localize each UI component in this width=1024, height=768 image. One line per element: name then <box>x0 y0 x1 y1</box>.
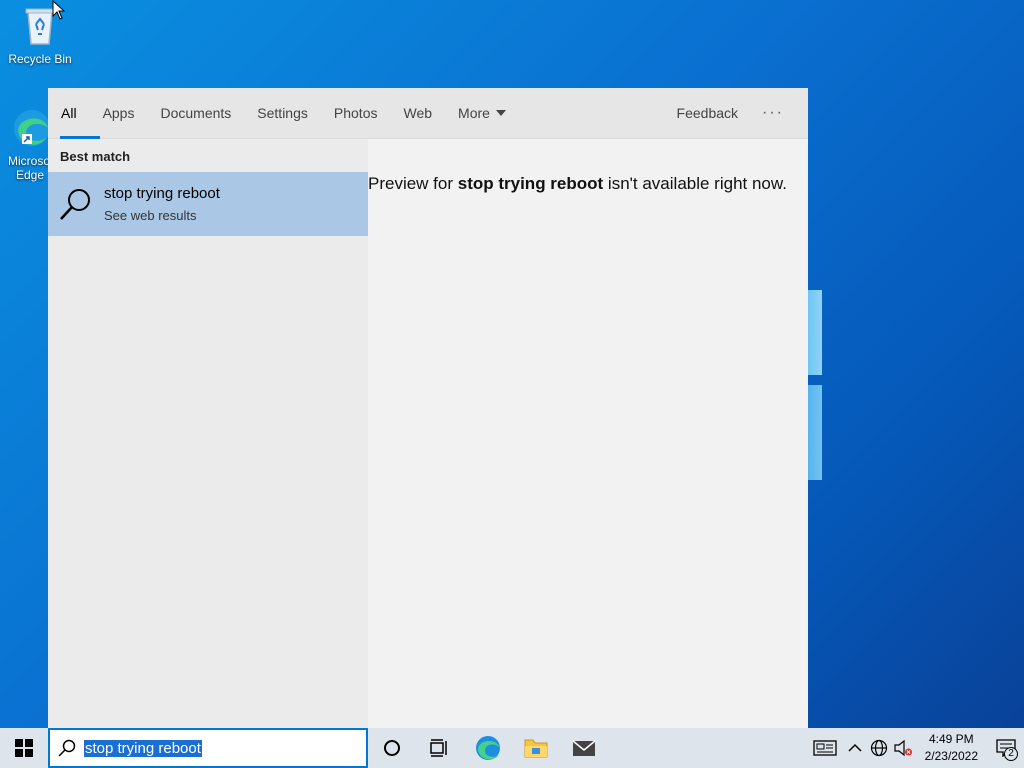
action-center-button[interactable]: 2 <box>988 728 1024 768</box>
tab-apps[interactable]: Apps <box>90 88 148 139</box>
chevron-down-icon <box>495 110 506 116</box>
search-input[interactable]: stop trying reboot <box>84 739 202 757</box>
edge-icon <box>476 736 500 760</box>
folder-icon <box>524 739 548 758</box>
best-match-result[interactable]: stop trying reboot See web results <box>48 172 368 236</box>
taskbar-edge-button[interactable] <box>464 728 512 768</box>
preview-prefix: Preview for <box>368 174 458 193</box>
clock-time: 4:49 PM <box>928 732 974 746</box>
tab-label: Apps <box>102 105 135 121</box>
tab-more[interactable]: More <box>445 88 519 139</box>
search-scope-tabs: All Apps Documents Settings Photos Web M… <box>48 88 808 139</box>
preview-message: Preview for stop trying reboot isn't ava… <box>368 174 808 194</box>
show-hidden-icons-button[interactable] <box>843 728 867 768</box>
tab-label: Web <box>403 105 433 121</box>
search-icon <box>60 189 90 220</box>
tab-label: More <box>458 105 490 121</box>
tab-photos[interactable]: Photos <box>321 88 391 139</box>
feedback-label: Feedback <box>676 105 739 121</box>
tab-label: All <box>61 105 77 121</box>
mail-button[interactable] <box>560 728 608 768</box>
edge-icon <box>8 106 52 150</box>
tab-label: Documents <box>160 105 232 121</box>
best-match-heading: Best match <box>60 149 131 164</box>
system-tray: 4:49 PM 2/23/2022 2 <box>807 728 1024 768</box>
keyboard-icon <box>812 740 837 756</box>
windows-logo-icon <box>15 739 33 757</box>
file-explorer-button[interactable] <box>512 728 560 768</box>
volume-button[interactable] <box>891 728 915 768</box>
desktop-icon-label: Microsoft Edge <box>8 154 52 182</box>
taskbar: stop trying reboot 4:49 PM 2/23/2022 2 <box>0 728 1024 768</box>
touch-keyboard-button[interactable] <box>807 728 843 768</box>
feedback-button[interactable]: Feedback <box>667 88 758 139</box>
task-view-icon <box>430 739 447 757</box>
more-options-button[interactable]: ··· <box>758 88 808 139</box>
tab-documents[interactable]: Documents <box>147 88 244 139</box>
notification-count-badge: 2 <box>1004 747 1018 761</box>
search-icon <box>58 739 76 757</box>
clock[interactable]: 4:49 PM 2/23/2022 <box>915 731 988 765</box>
start-search-panel: All Apps Documents Settings Photos Web M… <box>48 88 808 728</box>
preview-query: stop trying reboot <box>457 174 604 193</box>
result-subtitle: See web results <box>104 208 197 223</box>
result-text: stop trying reboot See web results <box>104 185 220 223</box>
chevron-up-icon <box>848 743 862 752</box>
tab-settings[interactable]: Settings <box>244 88 321 139</box>
tab-all[interactable]: All <box>48 88 100 139</box>
task-view-button[interactable] <box>416 728 464 768</box>
clock-date: 2/23/2022 <box>924 749 978 763</box>
tab-web[interactable]: Web <box>390 88 445 139</box>
cortana-button[interactable] <box>368 728 416 768</box>
more-options-icon: ··· <box>762 104 784 121</box>
mouse-cursor-icon <box>52 0 66 20</box>
results-list: Best match stop trying reboot See web re… <box>48 139 368 728</box>
tab-label: Photos <box>333 105 378 121</box>
desktop-icon-recycle-bin[interactable]: Recycle Bin <box>0 4 80 66</box>
taskbar-search-box[interactable]: stop trying reboot <box>48 728 368 768</box>
desktop-icon-label: Recycle Bin <box>8 52 72 66</box>
volume-muted-icon <box>894 739 912 757</box>
result-title: stop trying reboot <box>104 185 220 202</box>
cortana-circle-icon <box>384 740 400 756</box>
start-button[interactable] <box>0 728 48 768</box>
mail-icon <box>572 740 596 756</box>
preview-suffix: isn't available right now. <box>603 174 787 193</box>
network-button[interactable] <box>867 728 891 768</box>
tab-label: Settings <box>257 105 308 121</box>
globe-network-icon <box>870 739 887 757</box>
